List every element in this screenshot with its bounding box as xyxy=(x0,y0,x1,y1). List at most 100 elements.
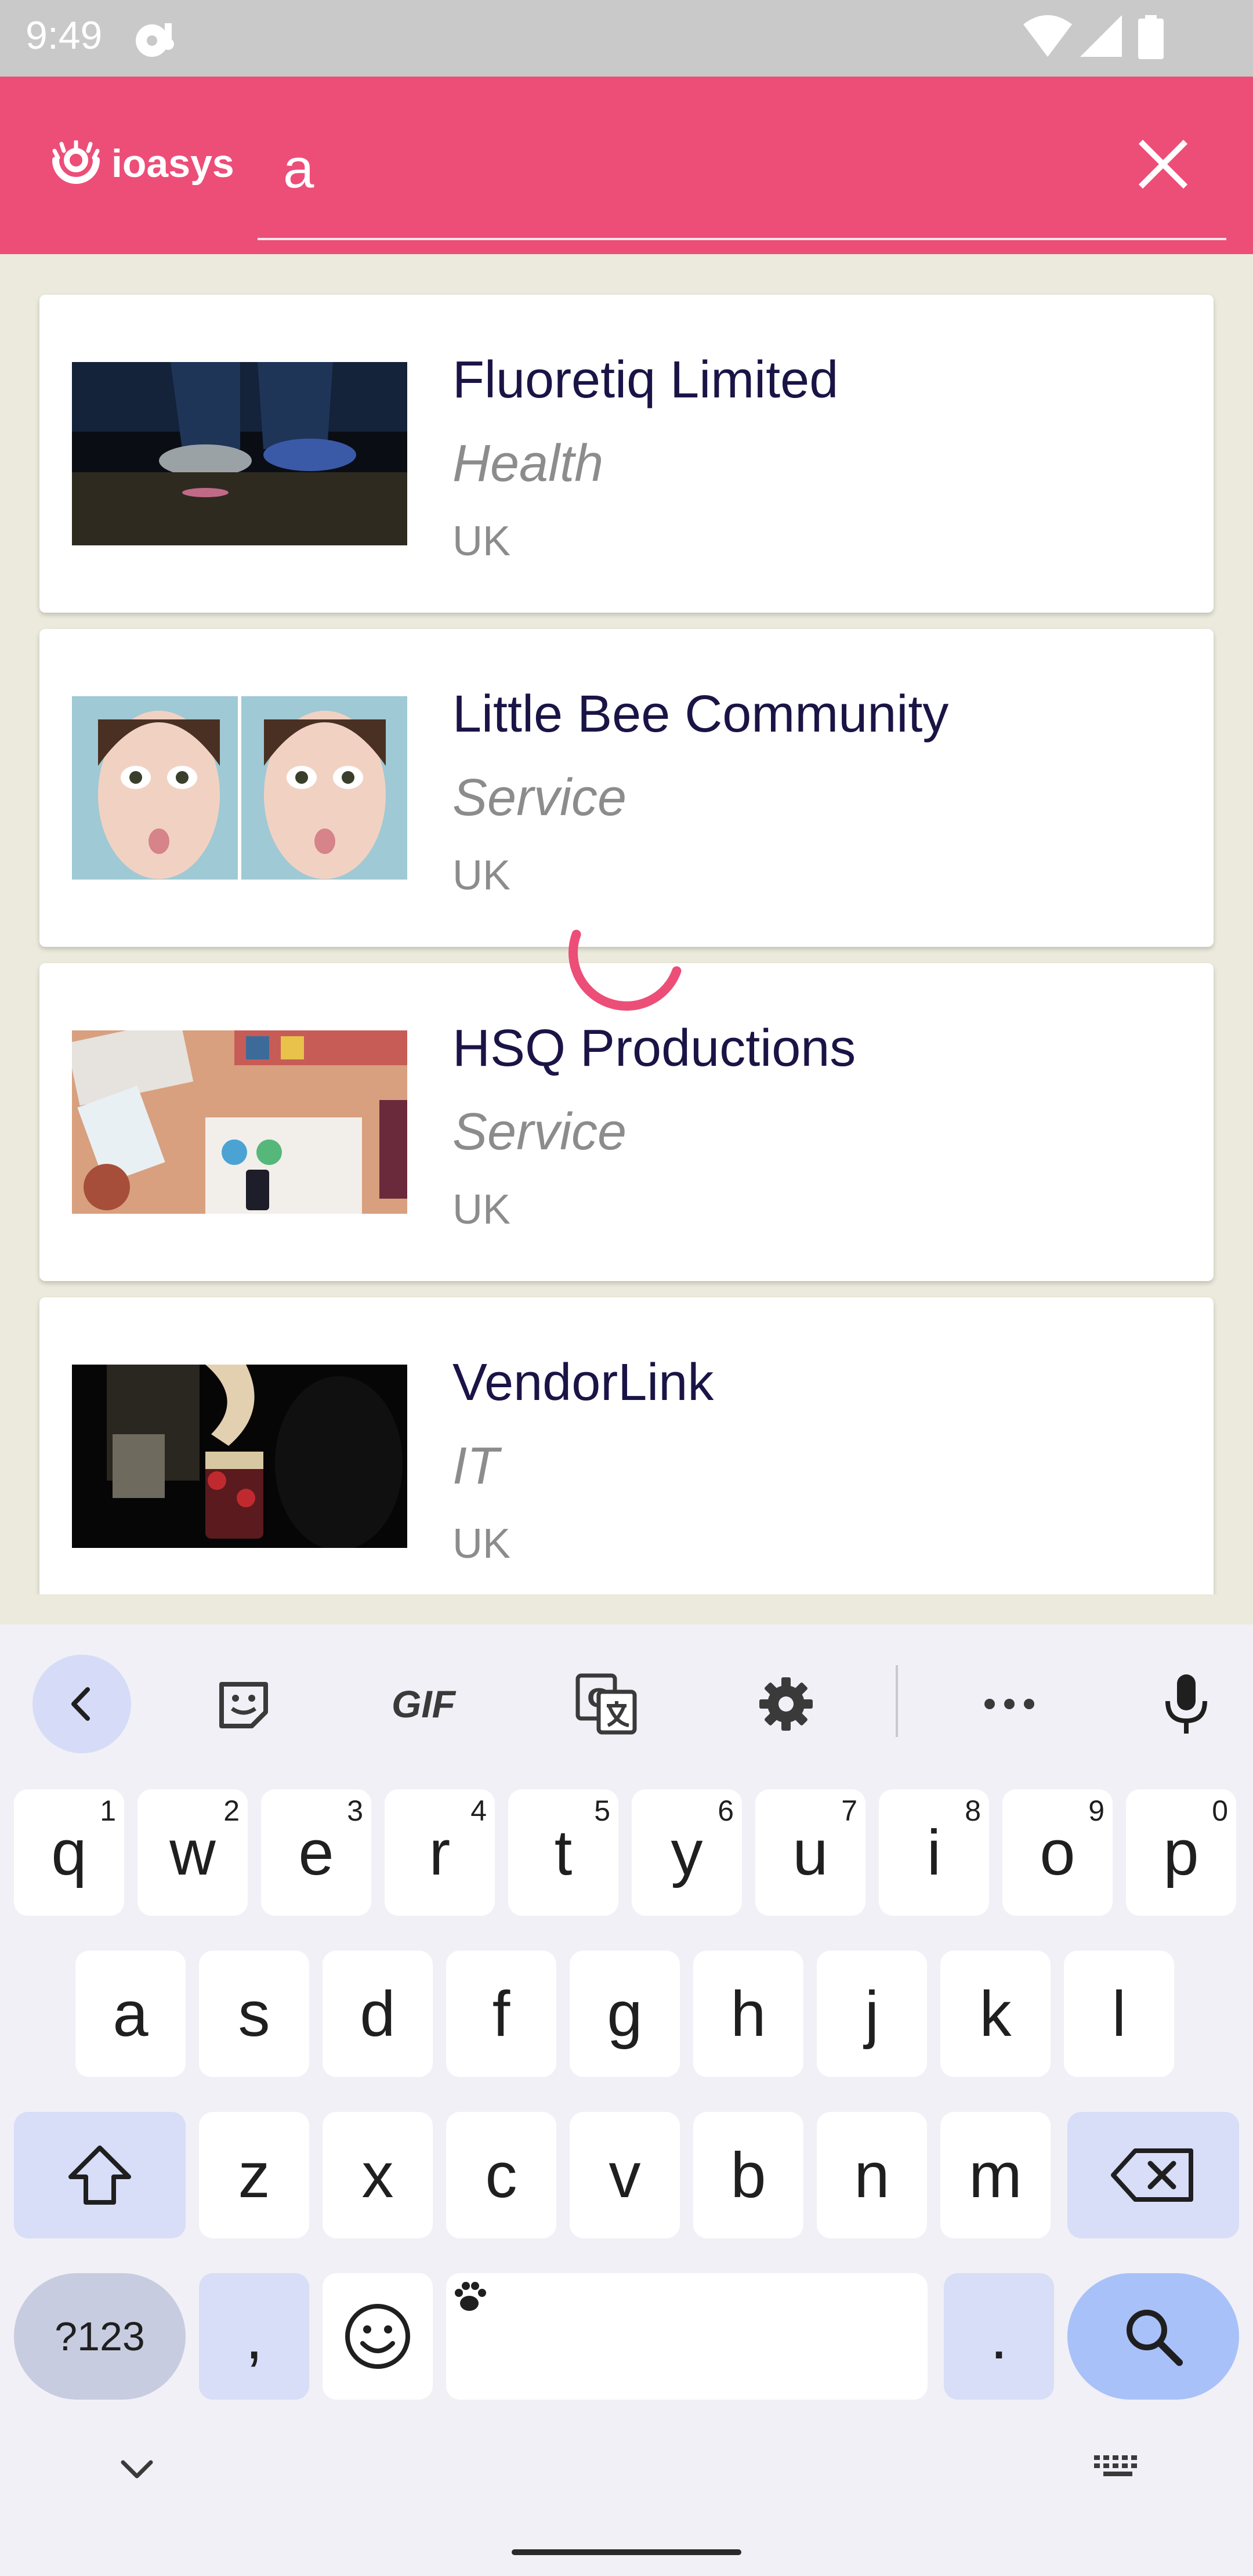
key-hint: 6 xyxy=(718,1794,734,1827)
key-y[interactable]: y6 xyxy=(632,1789,742,1916)
key-c[interactable]: c xyxy=(446,2112,556,2238)
company-category: IT xyxy=(452,1437,499,1495)
key-hint: 7 xyxy=(841,1794,857,1827)
key-h[interactable]: h xyxy=(693,1951,803,2077)
search-underline xyxy=(258,238,1226,240)
key-r[interactable]: r4 xyxy=(385,1789,495,1916)
signal-icon xyxy=(1080,15,1122,57)
key-label: u xyxy=(792,1817,828,1888)
gif-button[interactable]: GIF xyxy=(377,1655,470,1753)
key-s[interactable]: s xyxy=(199,1951,309,2077)
space-key[interactable] xyxy=(446,2273,928,2400)
key-o[interactable]: o9 xyxy=(1002,1789,1113,1916)
company-thumbnail xyxy=(72,1030,407,1214)
key-hint: 3 xyxy=(347,1794,363,1827)
logo-mark-icon xyxy=(52,140,100,184)
company-card[interactable]: VendorLink IT UK xyxy=(39,1297,1214,1594)
key-b[interactable]: b xyxy=(693,2112,803,2238)
key-label: t xyxy=(554,1817,573,1888)
key-label: w xyxy=(169,1817,216,1888)
company-name: VendorLink xyxy=(452,1354,714,1412)
close-icon[interactable] xyxy=(1131,132,1195,196)
key-u[interactable]: u7 xyxy=(755,1789,865,1916)
more-button[interactable] xyxy=(975,1655,1044,1753)
app-bar: ioasys xyxy=(0,77,1253,254)
key-n[interactable]: n xyxy=(817,2112,927,2238)
comma-key[interactable]: , xyxy=(199,2273,309,2400)
key-t[interactable]: t5 xyxy=(508,1789,618,1916)
period-key[interactable]: . xyxy=(944,2273,1054,2400)
keyboard-back-button[interactable] xyxy=(32,1655,131,1753)
key-l[interactable]: l xyxy=(1064,1951,1174,2077)
key-label: o xyxy=(1040,1817,1075,1888)
company-card[interactable]: Fluoretiq Limited Health UK xyxy=(39,295,1214,613)
key-hint: 0 xyxy=(1212,1794,1228,1827)
key-e[interactable]: e3 xyxy=(261,1789,371,1916)
company-thumbnail xyxy=(72,362,407,545)
key-p[interactable]: p0 xyxy=(1126,1789,1236,1916)
gesture-nav-handle[interactable] xyxy=(512,2549,741,2555)
key-hint: 9 xyxy=(1088,1794,1104,1827)
sticker-button[interactable] xyxy=(209,1655,278,1753)
back-icon xyxy=(71,1687,90,1721)
voice-input-button[interactable] xyxy=(1154,1655,1218,1753)
media-icon xyxy=(136,23,174,57)
symbols-key[interactable]: ?123 xyxy=(14,2273,186,2400)
paw-icon xyxy=(455,2282,486,2311)
key-label: y xyxy=(671,1817,703,1888)
translate-icon: G xyxy=(575,1673,637,1735)
key-z[interactable]: z xyxy=(199,2112,309,2238)
key-v[interactable]: v xyxy=(570,2112,680,2238)
battery-icon xyxy=(1138,15,1164,59)
settings-button[interactable] xyxy=(748,1655,824,1753)
translate-button[interactable]: G xyxy=(568,1655,644,1753)
key-q[interactable]: q1 xyxy=(14,1789,124,1916)
soft-keyboard: GIF G xyxy=(0,1625,1253,2576)
company-category: Service xyxy=(452,1103,627,1161)
key-a[interactable]: a xyxy=(75,1951,186,2077)
company-category: Health xyxy=(452,435,604,493)
search-input[interactable] xyxy=(258,125,1093,212)
company-name: Fluoretiq Limited xyxy=(452,351,839,409)
key-label: i xyxy=(926,1817,941,1888)
search-key[interactable] xyxy=(1067,2273,1239,2400)
key-m[interactable]: m xyxy=(940,2112,1051,2238)
search-icon xyxy=(1127,2310,1183,2366)
key-d[interactable]: d xyxy=(323,1951,433,2077)
loading-spinner xyxy=(568,929,682,1011)
key-label: p xyxy=(1163,1817,1199,1888)
key-i[interactable]: i8 xyxy=(879,1789,989,1916)
company-thumbnail xyxy=(72,696,407,880)
backspace-key[interactable] xyxy=(1067,2112,1239,2238)
company-country: UK xyxy=(452,1186,511,1233)
keyboard-switch-icon[interactable] xyxy=(1092,2452,1144,2487)
shift-key[interactable] xyxy=(14,2112,186,2238)
mic-icon xyxy=(1165,1674,1207,1734)
key-k[interactable]: k xyxy=(940,1951,1051,2077)
key-g[interactable]: g xyxy=(570,1951,680,2077)
settings-icon xyxy=(759,1677,813,1731)
key-x[interactable]: x xyxy=(323,2112,433,2238)
sticker-icon xyxy=(219,1682,268,1728)
key-hint: 4 xyxy=(470,1794,487,1827)
toolbar-divider xyxy=(896,1665,898,1737)
key-hint: 2 xyxy=(223,1794,240,1827)
key-w[interactable]: w2 xyxy=(137,1789,248,1916)
key-label: q xyxy=(51,1817,87,1888)
backspace-icon xyxy=(1111,2148,1193,2202)
wifi-icon xyxy=(1023,15,1072,57)
company-category: Service xyxy=(452,769,627,827)
company-country: UK xyxy=(452,518,511,565)
key-label: r xyxy=(429,1817,451,1888)
key-hint: 8 xyxy=(965,1794,981,1827)
hide-keyboard-icon[interactable] xyxy=(118,2458,155,2481)
company-country: UK xyxy=(452,852,511,899)
emoji-key[interactable] xyxy=(323,2273,433,2400)
logo-text: ioasys xyxy=(111,142,234,186)
emoji-icon xyxy=(345,2304,410,2369)
company-country: UK xyxy=(452,1521,511,1567)
key-j[interactable]: j xyxy=(817,1951,927,2077)
status-time: 9:49 xyxy=(26,13,103,57)
shift-icon xyxy=(68,2146,131,2205)
key-f[interactable]: f xyxy=(446,1951,556,2077)
